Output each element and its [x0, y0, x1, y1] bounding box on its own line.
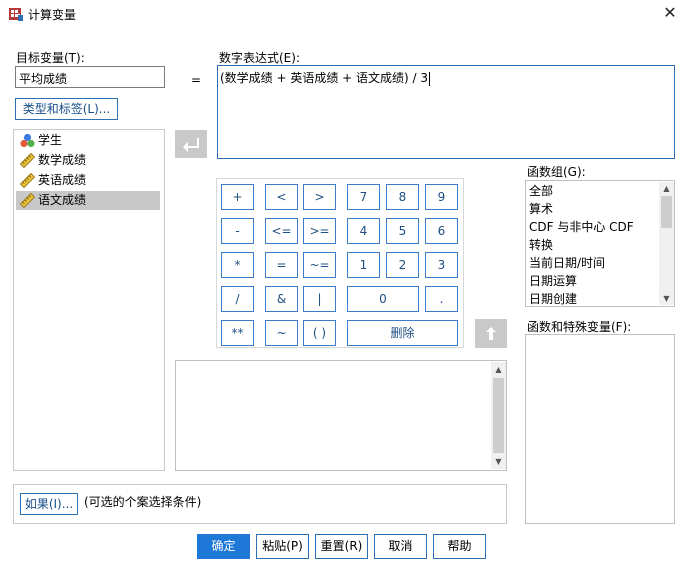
- move-variable-button[interactable]: [175, 130, 207, 158]
- variable-item[interactable]: 英语成绩: [16, 171, 160, 190]
- scroll-up-icon[interactable]: ▲: [492, 363, 505, 376]
- key-less-equal[interactable]: <=: [265, 218, 298, 244]
- variable-item[interactable]: 语文成绩: [16, 191, 160, 210]
- variable-label: 数学成绩: [38, 153, 87, 167]
- key-decimal[interactable]: .: [425, 286, 458, 312]
- calculator-keypad: + < >7 8 9 - <= >= 4 5 6 * = ~= 1 2 3 /& | 0. ** ~( ) 删除: [216, 178, 464, 348]
- close-icon: ✕: [663, 3, 677, 22]
- key-digit-5[interactable]: 5: [386, 218, 419, 244]
- reset-button[interactable]: 重置(R): [315, 534, 368, 559]
- if-condition-note: (可选的个案选择条件): [84, 495, 202, 509]
- title-bar: 计算变量 ✕: [0, 0, 683, 30]
- if-condition-section: 如果(I)... (可选的个案选择条件): [13, 484, 507, 524]
- move-function-up-button[interactable]: [475, 319, 507, 348]
- variable-list[interactable]: 学生数学成绩英语成绩语文成绩: [13, 129, 165, 471]
- key-divide[interactable]: /: [221, 286, 254, 312]
- cancel-button[interactable]: 取消: [374, 534, 427, 559]
- key-digit-3[interactable]: 3: [425, 252, 458, 278]
- key-digit-8[interactable]: 8: [386, 184, 419, 210]
- text-cursor: [429, 71, 431, 86]
- function-description-area: ▲ ▼: [175, 360, 507, 471]
- scroll-thumb[interactable]: [661, 196, 672, 228]
- paste-button[interactable]: 粘贴(P): [256, 534, 309, 559]
- key-or[interactable]: |: [303, 286, 336, 312]
- key-and[interactable]: &: [265, 286, 298, 312]
- function-group-item[interactable]: 当前日期/时间: [529, 254, 605, 272]
- variable-item[interactable]: 数学成绩: [16, 151, 160, 170]
- type-and-label-button[interactable]: 类型和标签(L)...: [15, 98, 118, 120]
- key-digit-6[interactable]: 6: [425, 218, 458, 244]
- function-group-item[interactable]: 转换: [529, 236, 553, 254]
- help-button[interactable]: 帮助: [433, 534, 486, 559]
- expression-text: (数学成绩 + 英语成绩 + 语文成绩) / 3: [220, 71, 429, 85]
- variable-label: 学生: [38, 133, 63, 147]
- variable-item[interactable]: 学生: [16, 131, 160, 150]
- key-not-equal[interactable]: ~=: [303, 252, 336, 278]
- key-digit-4[interactable]: 4: [347, 218, 380, 244]
- target-variable-label: 目标变量(T):: [16, 51, 85, 65]
- numeric-expression-input[interactable]: (数学成绩 + 英语成绩 + 语文成绩) / 3: [217, 65, 675, 159]
- function-group-label: 函数组(G):: [527, 165, 586, 179]
- variable-label: 语文成绩: [38, 193, 87, 207]
- key-equals[interactable]: =: [265, 252, 298, 278]
- target-variable-input[interactable]: 平均成绩: [15, 66, 165, 88]
- window-title: 计算变量: [28, 8, 77, 22]
- function-group-item[interactable]: 日期创建: [529, 290, 577, 308]
- scroll-up-icon[interactable]: ▲: [660, 182, 673, 195]
- function-group-scrollbar[interactable]: ▲ ▼: [659, 182, 674, 305]
- key-plus[interactable]: +: [221, 184, 254, 210]
- key-multiply[interactable]: *: [221, 252, 254, 278]
- scale-icon: [20, 173, 35, 188]
- key-digit-2[interactable]: 2: [386, 252, 419, 278]
- key-greater-than[interactable]: >: [303, 184, 336, 210]
- scroll-down-icon[interactable]: ▼: [492, 455, 505, 468]
- scale-icon: [20, 193, 35, 208]
- key-digit-1[interactable]: 1: [347, 252, 380, 278]
- function-group-item[interactable]: CDF 与非中心 CDF: [529, 218, 634, 236]
- variable-label: 英语成绩: [38, 173, 87, 187]
- numeric-expression-label: 数字表达式(E):: [219, 51, 300, 65]
- key-power[interactable]: **: [221, 320, 254, 346]
- key-not[interactable]: ~: [265, 320, 298, 346]
- arrow-left-icon: [183, 138, 199, 152]
- function-group-item[interactable]: 日期运算: [529, 272, 577, 290]
- key-digit-0[interactable]: 0: [347, 286, 419, 312]
- equals-sign: =: [191, 73, 202, 87]
- functions-label: 函数和特殊变量(F):: [527, 320, 632, 334]
- close-button[interactable]: ✕: [660, 3, 680, 23]
- functions-list[interactable]: [525, 334, 675, 524]
- scroll-down-icon[interactable]: ▼: [660, 292, 673, 305]
- ok-button[interactable]: 确定: [197, 534, 250, 559]
- nominal-icon: [20, 133, 35, 148]
- scale-icon: [20, 153, 35, 168]
- key-greater-equal[interactable]: >=: [303, 218, 336, 244]
- key-less-than[interactable]: <: [265, 184, 298, 210]
- key-delete[interactable]: 删除: [347, 320, 458, 346]
- description-scrollbar[interactable]: ▲ ▼: [491, 362, 506, 469]
- scroll-thumb[interactable]: [493, 378, 504, 453]
- function-group-item[interactable]: 全部: [529, 182, 553, 200]
- key-parentheses[interactable]: ( ): [303, 320, 336, 346]
- key-digit-7[interactable]: 7: [347, 184, 380, 210]
- function-group-list[interactable]: ▲ ▼ 全部 算术 CDF 与非中心 CDF 转换 当前日期/时间 日期运算 日期创建: [525, 180, 675, 307]
- app-icon: [9, 8, 23, 21]
- key-minus[interactable]: -: [221, 218, 254, 244]
- arrow-up-icon: [486, 327, 496, 340]
- if-button[interactable]: 如果(I)...: [20, 493, 78, 515]
- key-digit-9[interactable]: 9: [425, 184, 458, 210]
- function-group-item[interactable]: 算术: [529, 200, 553, 218]
